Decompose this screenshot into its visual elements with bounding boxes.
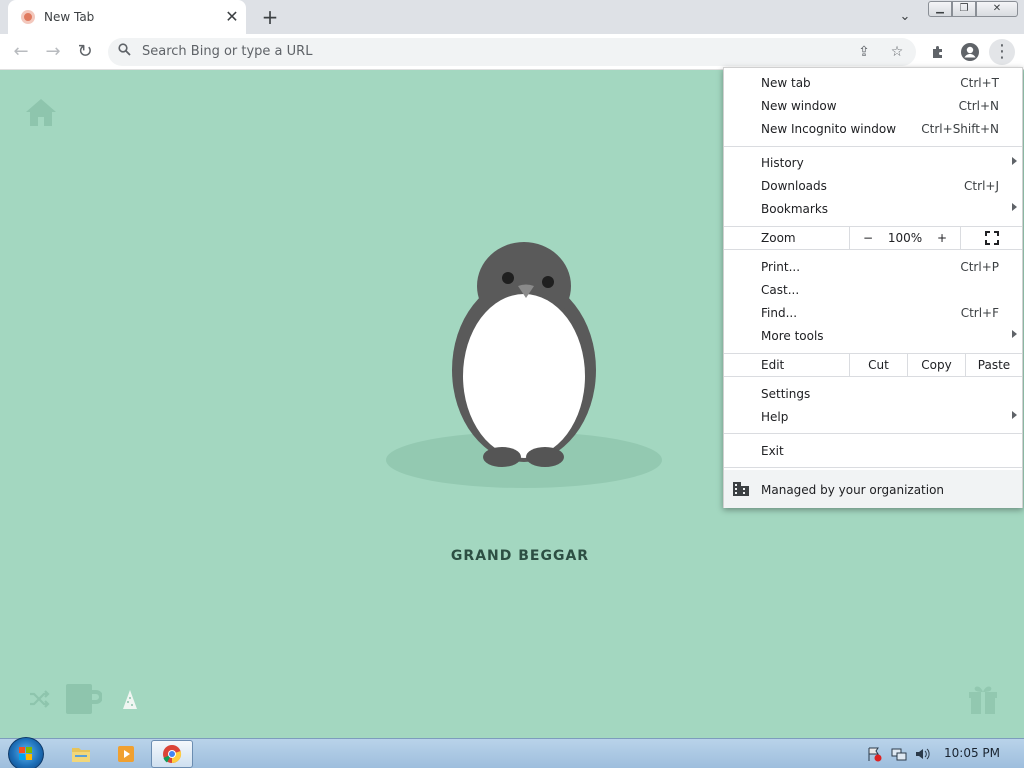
bookmark-star-icon[interactable]: ☆ (887, 42, 907, 62)
menu-item-shortcut: Ctrl+T (960, 76, 999, 90)
network-icon[interactable] (891, 746, 907, 762)
menu-item-label: More tools (761, 329, 824, 343)
submenu-arrow-icon (1012, 330, 1017, 338)
penguin-illustration (452, 242, 596, 470)
back-arrow-icon[interactable]: ← (8, 39, 34, 65)
menu-item-cast[interactable]: Cast... (724, 279, 1022, 302)
extensions-puzzle-icon[interactable] (925, 39, 951, 65)
menu-item-more-tools[interactable]: More tools (724, 325, 1022, 348)
tab-strip: New Tab ✕ + ⌄ ▁ ❐ ✕ (0, 0, 1024, 34)
menu-item-shortcut: Ctrl+J (964, 179, 999, 193)
ntp-caption: GRAND BEGGAR (450, 548, 590, 564)
tab-new-tab[interactable]: New Tab ✕ (8, 0, 246, 34)
reload-icon[interactable]: ↻ (72, 39, 98, 65)
building-icon (733, 482, 749, 499)
submenu-arrow-icon (1012, 203, 1017, 211)
menu-item-label: Managed by your organization (761, 483, 945, 497)
address-bar[interactable]: Search Bing or type a URL ⇪ ☆ (108, 38, 916, 66)
menu-item-label: New Incognito window (761, 122, 897, 136)
menu-item-shortcut: Ctrl+F (960, 306, 999, 320)
profile-avatar-icon[interactable] (957, 39, 983, 65)
menu-item-find[interactable]: Find... Ctrl+F (724, 302, 1022, 325)
menu-item-new-incognito-window[interactable]: New Incognito window Ctrl+Shift+N (724, 118, 1022, 141)
menu-item-label: New tab (761, 76, 811, 90)
menu-separator (724, 467, 1022, 468)
windows-taskbar: 10:05 PM (0, 737, 1024, 768)
menu-item-label: Find... (761, 306, 798, 320)
zoom-out-button[interactable]: − (849, 227, 886, 250)
mug-icon[interactable] (66, 684, 103, 717)
submenu-arrow-icon (1012, 411, 1017, 419)
fullscreen-button[interactable] (960, 227, 1022, 250)
menu-item-bookmarks[interactable]: Bookmarks (724, 198, 1022, 221)
folder-icon (72, 748, 90, 762)
menu-item-downloads[interactable]: Downloads Ctrl+J (724, 175, 1022, 198)
menu-item-help[interactable]: Help (724, 406, 1022, 429)
menu-item-shortcut: Ctrl+P (960, 260, 999, 274)
menu-item-new-window[interactable]: New window Ctrl+N (724, 95, 1022, 118)
media-player-icon (118, 746, 134, 762)
action-center-flag-icon[interactable] (866, 746, 882, 762)
window-minimize-button[interactable]: ▁ (928, 1, 952, 17)
menu-item-settings[interactable]: Settings (724, 383, 1022, 406)
chrome-icon (163, 745, 182, 764)
tab-title: New Tab (44, 10, 95, 24)
new-tab-button[interactable]: + (258, 6, 282, 30)
taskbar-media-player[interactable] (105, 740, 147, 768)
menu-zoom-row: Zoom − 100% + (724, 226, 1022, 250)
tab-favicon-icon (21, 10, 35, 24)
cut-button[interactable]: Cut (849, 354, 907, 377)
menu-item-label: Help (761, 410, 789, 424)
chrome-main-menu: New tab Ctrl+T New window Ctrl+N New Inc… (723, 67, 1023, 508)
address-bar-placeholder: Search Bing or type a URL (142, 44, 313, 59)
menu-item-label: Settings (761, 387, 811, 401)
copy-button[interactable]: Copy (907, 354, 965, 377)
search-icon (118, 43, 131, 60)
browser-toolbar: ← → ↻ Search Bing or type a URL ⇪ ☆ ⋮ (0, 34, 1024, 70)
menu-item-label: Downloads (761, 179, 827, 193)
menu-item-managed-by-organization[interactable]: Managed by your organization (724, 470, 1022, 508)
menu-item-label: New window (761, 99, 837, 113)
zoom-label: Zoom (761, 231, 796, 245)
paste-button[interactable]: Paste (965, 354, 1022, 377)
menu-edit-row: Edit Cut Copy Paste (724, 353, 1022, 377)
tab-search-chevron-icon[interactable]: ⌄ (894, 6, 916, 28)
windows-start-button[interactable] (8, 737, 44, 768)
home-icon[interactable] (24, 96, 58, 130)
menu-item-label: Print... (761, 260, 801, 274)
share-icon[interactable]: ⇪ (854, 42, 874, 62)
window-maximize-button[interactable]: ❐ (952, 1, 976, 17)
menu-separator (724, 146, 1022, 147)
chrome-menu-button[interactable]: ⋮ (989, 39, 1015, 65)
window-close-button[interactable]: ✕ (976, 1, 1018, 17)
edit-label: Edit (761, 358, 785, 372)
volume-icon[interactable] (914, 746, 930, 762)
menu-item-label: Cast... (761, 283, 800, 297)
taskbar-chrome[interactable] (151, 740, 193, 768)
menu-item-print[interactable]: Print... Ctrl+P (724, 256, 1022, 279)
taskbar-file-explorer[interactable] (60, 740, 102, 768)
menu-item-label: Exit (761, 444, 784, 458)
tab-close-icon[interactable]: ✕ (222, 7, 242, 27)
menu-item-history[interactable]: History (724, 152, 1022, 175)
menu-item-label: History (761, 156, 804, 170)
windows-logo-icon (19, 747, 32, 760)
fullscreen-icon (984, 231, 999, 245)
taskbar-clock[interactable]: 10:05 PM (944, 746, 1000, 760)
gift-icon[interactable] (967, 682, 999, 717)
submenu-arrow-icon (1012, 157, 1017, 165)
menu-item-shortcut: Ctrl+Shift+N (921, 122, 999, 136)
zoom-level-value: 100% (887, 231, 923, 245)
zoom-in-button[interactable]: + (924, 227, 960, 250)
menu-item-shortcut: Ctrl+N (958, 99, 999, 113)
menu-item-exit[interactable]: Exit (724, 440, 1022, 463)
menu-separator (724, 433, 1022, 434)
party-hat-icon[interactable] (121, 689, 139, 714)
menu-item-new-tab[interactable]: New tab Ctrl+T (724, 72, 1022, 95)
shuffle-icon[interactable] (28, 688, 50, 713)
forward-arrow-icon[interactable]: → (40, 39, 66, 65)
menu-item-label: Bookmarks (761, 202, 829, 216)
